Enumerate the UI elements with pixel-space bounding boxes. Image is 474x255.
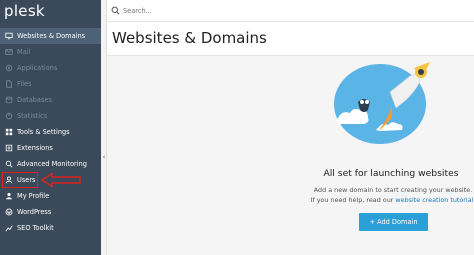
monitor-icon	[4, 32, 13, 41]
sidebar-item-statistics[interactable]: Statistics	[0, 108, 101, 124]
sidebar-item-mail[interactable]: Mail	[0, 44, 101, 60]
databases-icon	[4, 96, 13, 105]
help-text: If you need help, read our	[310, 196, 396, 204]
sidebar-item-tools-settings[interactable]: Tools & Settings	[0, 124, 101, 140]
sidebar-item-label: Databases	[17, 96, 52, 104]
extensions-icon	[4, 144, 13, 153]
sidebar-item-label: SEO Toolkit	[17, 224, 54, 232]
sidebar-item-label: Websites & Domains	[17, 32, 86, 40]
sidebar: plesk Websites & Domains Mail Applicatio…	[0, 0, 101, 255]
sidebar-item-label: WordPress	[17, 208, 52, 216]
sidebar-item-label: Tools & Settings	[17, 128, 70, 136]
page-title: Websites & Domains	[112, 29, 267, 47]
tools-icon	[4, 128, 13, 137]
empty-state-help: If you need help, read our website creat…	[303, 196, 474, 204]
launch-illustration	[334, 62, 430, 144]
sidebar-item-extensions[interactable]: Extensions	[0, 140, 101, 156]
search-input[interactable]	[123, 4, 323, 18]
sidebar-item-label: Applications	[17, 64, 58, 72]
sidebar-item-advanced-monitoring[interactable]: Advanced Monitoring	[0, 156, 101, 172]
sidebar-item-label: Advanced Monitoring	[17, 160, 87, 168]
mail-icon	[4, 48, 13, 57]
files-icon	[4, 80, 13, 89]
sidebar-item-databases[interactable]: Databases	[0, 92, 101, 108]
sidebar-item-files[interactable]: Files	[0, 76, 101, 92]
sidebar-item-label: Statistics	[17, 112, 48, 120]
plesk-logo[interactable]: plesk	[4, 2, 45, 20]
sidebar-item-seo-toolkit[interactable]: SEO Toolkit	[0, 220, 101, 236]
empty-state-description: Add a new domain to start creating your …	[313, 186, 473, 194]
user-icon	[4, 176, 13, 185]
sidebar-item-label: My Profile	[17, 192, 50, 200]
sidebar-item-users[interactable]: Users	[2, 172, 38, 188]
search-icon	[111, 6, 120, 15]
applications-icon	[4, 64, 13, 73]
top-bar	[107, 0, 474, 22]
sidebar-item-my-profile[interactable]: My Profile	[0, 188, 101, 204]
seo-icon	[4, 224, 13, 233]
sidebar-item-wordpress[interactable]: WordPress	[0, 204, 101, 220]
sidebar-nav: Websites & Domains Mail Applications Fil…	[0, 28, 101, 236]
monitoring-icon	[4, 160, 13, 169]
profile-icon	[4, 192, 13, 201]
empty-state-heading: All set for launching websites	[323, 168, 459, 179]
sidebar-item-websites-domains[interactable]: Websites & Domains	[0, 28, 101, 44]
wordpress-icon	[4, 208, 13, 217]
statistics-icon	[4, 112, 13, 121]
tutorial-link[interactable]: website creation tutorial	[395, 196, 473, 204]
sidebar-item-label: Extensions	[17, 144, 53, 152]
sidebar-item-label: Mail	[17, 48, 31, 56]
annotation-arrow-icon	[41, 172, 81, 188]
sidebar-item-label: Files	[17, 80, 32, 88]
sidebar-item-applications[interactable]: Applications	[0, 60, 101, 76]
add-domain-button[interactable]: + Add Domain	[359, 213, 428, 231]
sidebar-item-label: Users	[17, 176, 36, 184]
